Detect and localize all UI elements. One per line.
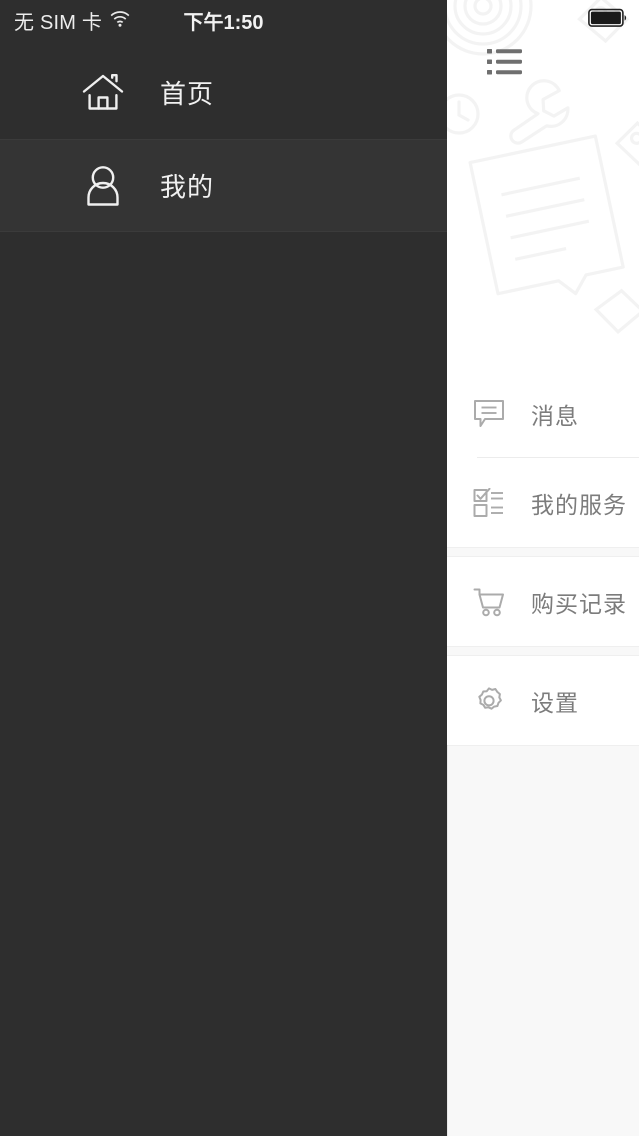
message-bubble-icon: [473, 398, 505, 430]
menu-group-separator: [447, 646, 639, 656]
panel-row-label: 购买记录: [531, 590, 627, 617]
app-screen: 无 SIM 卡 下午1:50 首页 我的 消息 我的服务 购买记录 设置: [0, 0, 639, 1136]
panel-menu-list: 消息 我的服务 购买记录 设置: [447, 369, 639, 745]
panel-row-label: 消息: [531, 402, 579, 429]
drawer-item-home[interactable]: 首页: [0, 46, 447, 139]
drawer-item-label: 首页: [160, 79, 215, 109]
battery-full-icon: [588, 8, 628, 33]
navigation-drawer: 无 SIM 卡 下午1:50 首页 我的: [0, 0, 447, 1136]
shopping-cart-icon: [473, 586, 505, 618]
menu-group-separator: [447, 547, 639, 557]
panel-row-settings[interactable]: 设置: [447, 656, 639, 745]
panel-header-area: [447, 0, 639, 369]
panel-row-label: 我的服务: [531, 491, 627, 518]
status-bar-clock: 下午1:50: [183, 11, 264, 34]
panel-row-label: 设置: [531, 689, 579, 716]
hamburger-list-icon[interactable]: [487, 47, 523, 79]
person-icon: [80, 163, 126, 209]
status-bar-right: [588, 0, 628, 40]
panel-row-purchase-history[interactable]: 购买记录: [447, 557, 639, 646]
background-watermark: [447, 0, 639, 334]
panel-empty-area: [447, 745, 639, 1136]
drawer-menu-list: 首页 我的: [0, 46, 447, 232]
status-bar-left: 无 SIM 卡 下午1:50: [0, 0, 447, 40]
home-icon: [80, 70, 126, 116]
panel-row-messages[interactable]: 消息: [447, 369, 639, 458]
panel-row-my-services[interactable]: 我的服务: [447, 458, 639, 547]
checklist-icon: [473, 487, 505, 519]
drawer-item-label: 我的: [160, 172, 215, 202]
drawer-item-mine[interactable]: 我的: [0, 139, 447, 232]
gear-icon: [473, 685, 505, 717]
content-panel: 消息 我的服务 购买记录 设置: [447, 0, 639, 1136]
